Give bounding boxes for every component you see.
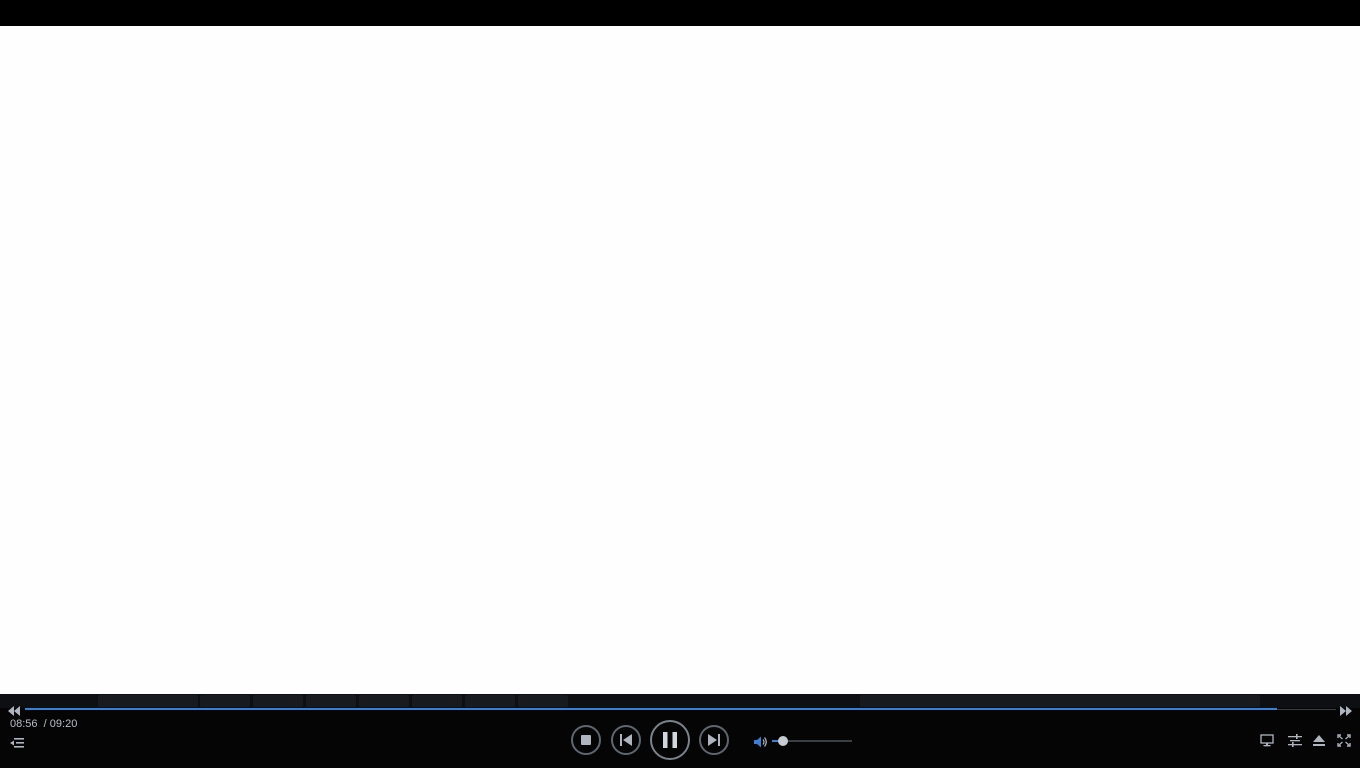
current-time: 08:56 <box>10 718 38 730</box>
seek-bar-progress <box>25 708 1277 710</box>
equalizer-button[interactable] <box>1288 734 1302 747</box>
stop-button[interactable] <box>571 725 601 755</box>
next-button[interactable] <box>699 725 729 755</box>
seek-forward-button[interactable] <box>1339 704 1353 716</box>
seek-back-button[interactable] <box>7 704 21 716</box>
fullscreen-button[interactable] <box>1337 734 1351 747</box>
fullscreen-icon <box>1337 734 1351 747</box>
equalizer-icon <box>1288 734 1302 747</box>
seek-preview-strip <box>0 694 1360 708</box>
monitor-icon <box>1260 734 1274 747</box>
time-display: 08:56 / 09:20 <box>10 718 77 730</box>
display-button[interactable] <box>1260 734 1274 747</box>
previous-track-icon <box>620 734 632 746</box>
stop-icon <box>581 735 591 745</box>
pause-button[interactable] <box>650 720 690 760</box>
eject-button[interactable] <box>1312 734 1326 747</box>
video-display[interactable] <box>0 26 1360 694</box>
control-bar: 08:56 / 09:20 <box>0 694 1360 768</box>
pause-icon <box>663 732 677 748</box>
volume-handle[interactable] <box>778 736 789 746</box>
volume-icon <box>754 736 767 748</box>
playlist-icon <box>10 738 24 748</box>
title-bar <box>0 0 1360 26</box>
seek-bar[interactable] <box>25 708 1336 710</box>
playlist-button[interactable] <box>10 736 24 748</box>
volume-slider[interactable] <box>772 736 852 746</box>
eject-icon <box>1313 735 1325 746</box>
rewind-icon <box>8 706 20 716</box>
mute-button[interactable] <box>754 735 768 748</box>
previous-button[interactable] <box>611 725 641 755</box>
fast-forward-icon <box>1340 706 1352 716</box>
time-separator: / <box>43 718 47 730</box>
media-player-window: 08:56 / 09:20 <box>0 0 1360 768</box>
next-track-icon <box>708 734 720 746</box>
total-time: 09:20 <box>49 718 78 730</box>
